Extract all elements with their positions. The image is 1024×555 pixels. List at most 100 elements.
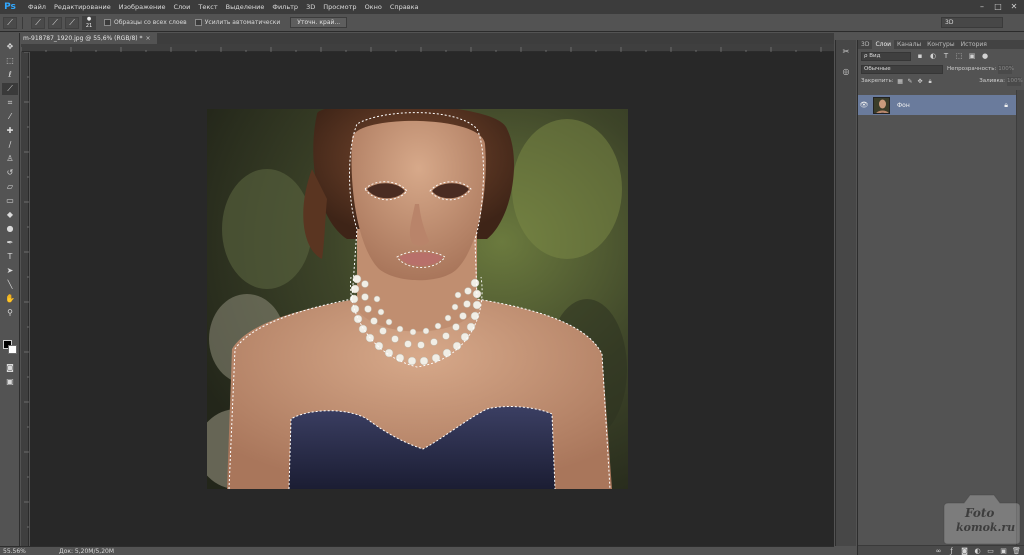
- new-group-icon[interactable]: ▭: [986, 547, 995, 555]
- healing-brush-tool-icon[interactable]: ✚: [2, 125, 18, 137]
- document-size-info[interactable]: Док: 5,20M/5,20M: [59, 548, 114, 555]
- watermark-text-line1: Foto: [965, 506, 995, 520]
- filter-toggle-icon[interactable]: ●: [981, 52, 989, 60]
- fill-label: Заливка:: [979, 78, 1005, 84]
- portrait-photo: [207, 109, 628, 489]
- adjustment-filter-icon[interactable]: ◐: [929, 52, 937, 60]
- fill-input[interactable]: 100%: [1007, 76, 1023, 86]
- layer-thumbnail: [873, 96, 890, 114]
- document-image[interactable]: [207, 109, 628, 489]
- menu-view[interactable]: Просмотр: [319, 0, 360, 14]
- line-tool-icon[interactable]: ╲: [2, 279, 18, 291]
- tab-paths[interactable]: Контуры: [924, 40, 957, 49]
- add-mask-icon[interactable]: ◙: [960, 547, 969, 555]
- tab-channels[interactable]: Каналы: [894, 40, 924, 49]
- gradient-tool-icon[interactable]: ▭: [2, 195, 18, 207]
- type-tool-icon[interactable]: T: [2, 251, 18, 263]
- new-selection-brush-icon[interactable]: ⟋: [31, 16, 45, 29]
- sample-all-layers-checkbox[interactable]: Образцы со всех слоев: [104, 19, 187, 26]
- history-brush-tool-icon[interactable]: ↺: [2, 167, 18, 179]
- move-tool-icon[interactable]: ✥: [2, 41, 18, 53]
- menu-edit[interactable]: Редактирование: [50, 0, 115, 14]
- shape-filter-icon[interactable]: ⬚: [955, 52, 963, 60]
- menu-type[interactable]: Текст: [194, 0, 221, 14]
- brush-size-value: 21: [85, 22, 93, 29]
- layer-style-icon[interactable]: ƒ: [947, 547, 956, 555]
- checkbox-box: [104, 19, 111, 26]
- lasso-tool-icon[interactable]: ℓ: [2, 69, 18, 81]
- quick-selection-tool-icon[interactable]: ⟋: [2, 83, 18, 95]
- lock-transparency-icon[interactable]: ▦: [897, 78, 904, 85]
- tab-layers[interactable]: Слои: [872, 40, 895, 49]
- pen-tool-icon[interactable]: ✒: [2, 237, 18, 249]
- horizontal-ruler: [20, 44, 834, 52]
- refine-edge-button[interactable]: Уточн. край...: [290, 17, 348, 28]
- eyedropper-tool-icon[interactable]: ⁄: [2, 111, 18, 123]
- brush-tool-icon[interactable]: ∕: [2, 139, 18, 151]
- pixel-filter-icon[interactable]: ▪: [916, 52, 924, 60]
- opacity-input[interactable]: 100%: [998, 64, 1014, 74]
- delete-layer-icon[interactable]: 🗑︎: [1012, 547, 1021, 555]
- menu-filter[interactable]: Фильтр: [268, 0, 302, 14]
- layers-scrollbar[interactable]: [1016, 90, 1024, 545]
- layers-footer: ∞ ƒ ◙ ◐ ▭ ▣ 🗑︎: [858, 545, 1024, 555]
- panel-tab-bar: 3D Слои Каналы Контуры История: [858, 40, 1024, 49]
- document-tab[interactable]: m-918787_1920.jpg @ 55,6% (RGB/8) * ×: [21, 33, 157, 44]
- crop-tool-icon[interactable]: ⌗: [2, 97, 18, 109]
- blur-tool-icon[interactable]: ◆: [2, 209, 18, 221]
- tab-3d[interactable]: 3D: [858, 40, 872, 49]
- layer-name[interactable]: Фон: [897, 102, 910, 109]
- menu-window[interactable]: Окно: [361, 0, 386, 14]
- lock-position-icon[interactable]: ✥: [917, 78, 924, 85]
- background-color-swatch[interactable]: [8, 345, 17, 354]
- subtract-selection-brush-icon[interactable]: ⟋: [65, 16, 79, 29]
- menu-file[interactable]: Файл: [24, 0, 50, 14]
- layer-filter-row: ρ Вид ▪ ◐ T ⬚ ▣ ●: [858, 49, 1024, 63]
- new-layer-icon[interactable]: ▣: [999, 547, 1008, 555]
- link-layers-icon[interactable]: ∞: [934, 547, 943, 555]
- close-window-button[interactable]: ✕: [1007, 1, 1021, 12]
- brush-size-picker[interactable]: ● 21: [82, 15, 96, 30]
- ruler-ticks: [24, 51, 29, 528]
- layer-filter-select[interactable]: ρ Вид: [861, 51, 911, 61]
- blend-row: Обычные Непрозрачность: 100%: [858, 63, 1024, 75]
- filter-label: Вид: [869, 52, 881, 59]
- quick-mask-icon[interactable]: ◙: [2, 362, 18, 374]
- menu-layers[interactable]: Слои: [169, 0, 194, 14]
- menu-3d[interactable]: 3D: [302, 0, 319, 14]
- eraser-tool-icon[interactable]: ▱: [2, 181, 18, 193]
- menu-image[interactable]: Изображение: [115, 0, 170, 14]
- menu-select[interactable]: Выделение: [222, 0, 269, 14]
- visibility-eye-icon[interactable]: 👁︎: [858, 101, 870, 109]
- lock-row: Закрепить: ▦ ✎ ✥ 🔒︎ Заливка: 100%: [858, 75, 1024, 87]
- maximize-button[interactable]: □: [991, 1, 1005, 12]
- menu-help[interactable]: Справка: [386, 0, 423, 14]
- auto-enhance-checkbox[interactable]: Усилить автоматически: [194, 19, 280, 26]
- path-selection-tool-icon[interactable]: ➤: [2, 265, 18, 277]
- layer-row[interactable]: 👁︎ Фон 🔒︎: [858, 95, 1016, 115]
- adjustment-layer-icon[interactable]: ◐: [973, 547, 982, 555]
- zoom-tool-icon[interactable]: ⚲: [2, 307, 18, 319]
- screen-mode-icon[interactable]: ▣: [2, 376, 18, 388]
- photoshop-logo: Ps: [4, 1, 16, 12]
- zoom-level[interactable]: 55.56%: [3, 548, 26, 555]
- tools-preset-icon[interactable]: ✂: [839, 46, 853, 58]
- lock-pixels-icon[interactable]: ✎: [907, 78, 914, 85]
- workspace-select[interactable]: 3D: [941, 17, 1003, 28]
- smart-object-filter-icon[interactable]: ▣: [968, 52, 976, 60]
- document-canvas[interactable]: [30, 52, 834, 546]
- close-tab-icon[interactable]: ×: [146, 35, 151, 42]
- tab-history[interactable]: История: [958, 40, 990, 49]
- marquee-tool-icon[interactable]: ⬚: [2, 55, 18, 67]
- clone-stamp-tool-icon[interactable]: ♙: [2, 153, 18, 165]
- hand-tool-icon[interactable]: ✋: [2, 293, 18, 305]
- 3d-panel-icon[interactable]: ◎: [839, 66, 853, 78]
- document-tab-bar: m-918787_1920.jpg @ 55,6% (RGB/8) * ×: [21, 33, 834, 44]
- add-to-selection-brush-icon[interactable]: ⟋: [48, 16, 62, 29]
- lock-all-icon[interactable]: 🔒︎: [927, 78, 934, 85]
- blend-mode-select[interactable]: Обычные: [861, 64, 943, 74]
- tool-preset-icon[interactable]: ⟋: [3, 16, 17, 29]
- type-filter-icon[interactable]: T: [942, 52, 950, 60]
- minimize-button[interactable]: –: [975, 1, 989, 12]
- dodge-tool-icon[interactable]: ●: [2, 223, 18, 235]
